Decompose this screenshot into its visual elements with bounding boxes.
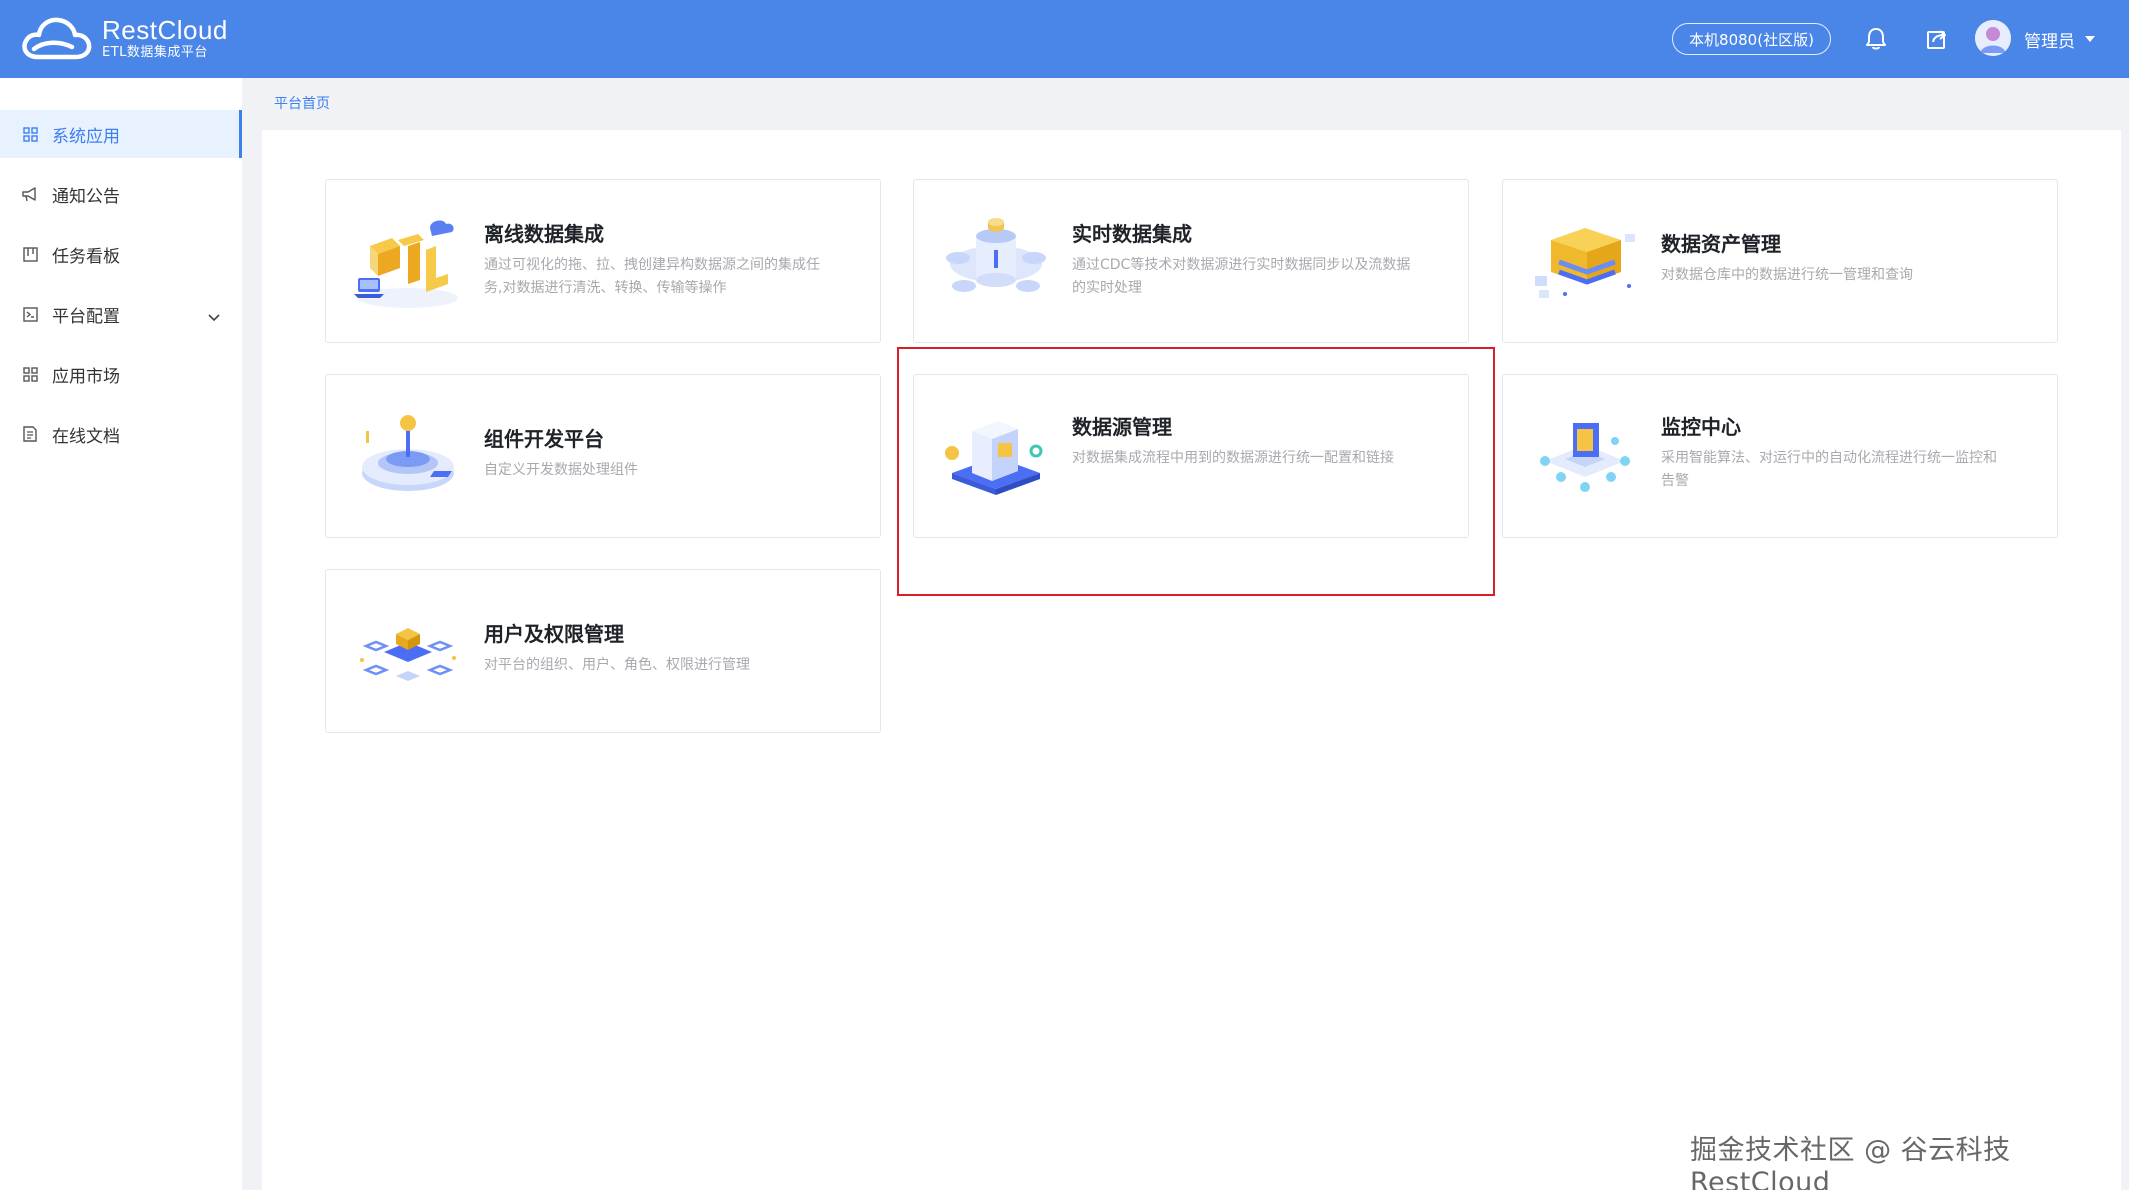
users-illustration-icon [360, 628, 456, 681]
sidebar-item-label: 任务看板 [52, 246, 120, 267]
card-datasource-management[interactable]: 数据源管理 对数据集成流程中用到的数据源进行统一配置和链接 [913, 374, 1469, 538]
monitor-illustration-icon [1540, 423, 1630, 492]
sidebar-item-label: 应用市场 [52, 366, 120, 387]
caret-down-icon [2085, 36, 2095, 42]
sidebar-item-label: 在线文档 [52, 426, 120, 447]
card-description: 通过CDC等技术对数据源进行实时数据同步以及流数据的实时处理 [1072, 257, 1411, 296]
card-user-permission-management[interactable]: 用户及权限管理 对平台的组织、用户、角色、权限进行管理 [325, 569, 881, 733]
share-icon[interactable] [1923, 25, 1951, 53]
sidebar-item-app-market[interactable]: 应用市场 [0, 350, 242, 398]
card-realtime-integration[interactable]: 实时数据集成 通过CDC等技术对数据源进行实时数据同步以及流数据的实时处理 [913, 179, 1469, 343]
grid-icon [22, 366, 38, 382]
brand-subtitle: ETL数据集成平台 [102, 45, 208, 60]
card-monitoring-center[interactable]: 监控中心 采用智能算法、对运行中的自动化流程进行统一监控和告警 [1502, 374, 2058, 538]
breadcrumb[interactable]: 平台首页 [274, 93, 330, 113]
component-illustration-icon [362, 415, 454, 491]
sidebar-item-system-apps[interactable]: 系统应用 [0, 110, 242, 158]
document-icon [22, 426, 38, 442]
brand-logo[interactable]: RestCloud ETL数据集成平台 [20, 14, 228, 64]
megaphone-icon [22, 186, 38, 202]
sidebar-item-label: 系统应用 [52, 126, 120, 147]
card-title: 监控中心 [1661, 415, 1741, 439]
etl-illustration-icon [354, 220, 458, 308]
card-description: 对数据仓库中的数据进行统一管理和查询 [1661, 267, 1913, 283]
brand-title: RestCloud [102, 15, 228, 45]
sidebar-item-label: 平台配置 [52, 306, 120, 327]
grid-icon [22, 126, 38, 142]
card-title: 实时数据集成 [1072, 222, 1192, 246]
sidebar-item-task-board[interactable]: 任务看板 [0, 230, 242, 278]
datasource-illustration-icon [945, 421, 1043, 495]
cloud-logo-icon [22, 17, 92, 60]
sidebar-item-platform-config[interactable]: 平台配置 [0, 290, 242, 338]
card-data-asset-management[interactable]: 数据资产管理 对数据仓库中的数据进行统一管理和查询 [1502, 179, 2058, 343]
sidebar-item-online-docs[interactable]: 在线文档 [0, 410, 242, 458]
card-component-dev-platform[interactable]: 组件开发平台 自定义开发数据处理组件 [325, 374, 881, 538]
card-description: 对平台的组织、用户、角色、权限进行管理 [484, 657, 750, 673]
avatar[interactable] [1975, 20, 2011, 56]
card-title: 离线数据集成 [484, 222, 604, 246]
user-name: 管理员 [2024, 31, 2075, 52]
sidebar: 系统应用 通知公告 任务看板 平台配置 应用市场 在线文档 [0, 78, 242, 1190]
card-title: 数据资产管理 [1661, 232, 1781, 256]
card-title: 数据源管理 [1072, 415, 1172, 439]
terminal-icon [22, 306, 38, 322]
user-menu[interactable]: 管理员 [2024, 24, 2095, 54]
top-header: RestCloud ETL数据集成平台 本机8080(社区版) 管理员 [0, 0, 2129, 78]
card-title: 用户及权限管理 [484, 622, 624, 646]
card-description: 采用智能算法、对运行中的自动化流程进行统一监控和告警 [1661, 450, 1997, 489]
card-description: 通过可视化的拖、拉、拽创建异构数据源之间的集成任务,对数据进行清洗、转换、传输等… [484, 257, 820, 296]
card-description: 自定义开发数据处理组件 [484, 462, 638, 478]
realtime-illustration-icon [946, 218, 1046, 292]
watermark-text: 掘金技术社区 @ 谷云科技RestCloud [1690, 1135, 2011, 1190]
main-panel: 离线数据集成 通过可视化的拖、拉、拽创建异构数据源之间的集成任务,对数据进行清洗… [262, 130, 2121, 1190]
card-offline-integration[interactable]: 离线数据集成 通过可视化的拖、拉、拽创建异构数据源之间的集成任务,对数据进行清洗… [325, 179, 881, 343]
card-title: 组件开发平台 [484, 427, 604, 451]
kanban-icon [22, 246, 38, 262]
chevron-down-icon [208, 307, 220, 327]
sidebar-item-notices[interactable]: 通知公告 [0, 170, 242, 218]
asset-illustration-icon [1535, 228, 1635, 298]
sidebar-item-label: 通知公告 [52, 186, 120, 207]
bell-icon[interactable] [1862, 25, 1890, 53]
card-description: 对数据集成流程中用到的数据源进行统一配置和链接 [1072, 450, 1394, 466]
environment-selector[interactable]: 本机8080(社区版) [1672, 23, 1831, 55]
